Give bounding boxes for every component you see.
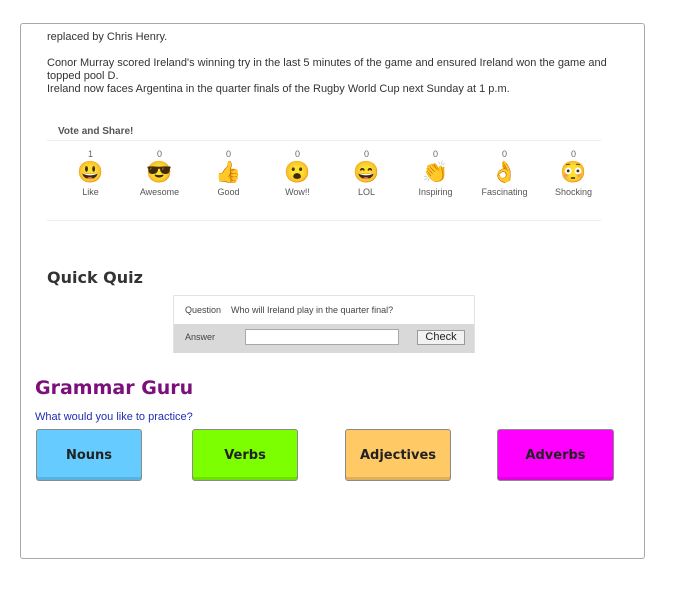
clapping-hands-icon[interactable]: 👏 [401,160,470,186]
reaction-label: Wow!! [285,187,310,197]
reaction-lol[interactable]: 0 😄 LOL [332,149,401,198]
reaction-label: Fascinating [481,187,528,197]
thumbs-up-icon[interactable]: 👍 [194,160,263,186]
reaction-count: 0 [294,149,300,159]
reaction-count: 0 [156,149,162,159]
quick-quiz-heading: Quick Quiz [47,268,143,287]
question-text: Who will Ireland play in the quarter fin… [231,305,394,315]
nouns-button[interactable]: Nouns [36,429,142,481]
question-row: Question Who will Ireland play in the qu… [174,296,474,324]
reaction-label: Like [82,187,99,197]
quick-quiz-table: Question Who will Ireland play in the qu… [173,295,475,353]
reaction-count: 0 [363,149,369,159]
reaction-label: Good [217,187,240,197]
reaction-awesome[interactable]: 0 😎 Awesome [125,149,194,198]
article-line-top: replaced by Chris Henry. [47,31,168,43]
grammar-guru-subtitle: What would you like to practice? [35,411,193,423]
reaction-list: 1 😃 Like 0 😎 Awesome 0 👍 Good 0 😮 Wow!! … [56,149,608,198]
check-button[interactable]: Check [417,330,465,345]
vote-title: Vote and Share! [58,126,134,137]
reaction-shocking[interactable]: 0 😳 Shocking [539,149,608,198]
article-body: replaced by Chris Henry. Conor Murray sc… [47,31,607,96]
surprised-face-icon[interactable]: 😮 [263,160,332,186]
verbs-button[interactable]: Verbs [192,429,298,481]
reaction-label: Shocking [554,187,593,197]
reaction-label: Awesome [139,187,180,197]
reaction-good[interactable]: 0 👍 Good [194,149,263,198]
sunglasses-face-icon[interactable]: 😎 [125,160,194,186]
adverbs-button[interactable]: Adverbs [497,429,614,481]
reaction-count: 0 [501,149,507,159]
reaction-wow[interactable]: 0 😮 Wow!! [263,149,332,198]
reaction-count: 1 [87,149,93,159]
grammar-guru-heading: Grammar Guru [35,377,194,399]
flushed-face-icon[interactable]: 😳 [539,160,608,186]
article-paragraph-2: Ireland now faces Argentina in the quart… [47,83,510,95]
question-label: Question [185,305,222,315]
reaction-label: Inspiring [418,187,453,197]
ok-hand-icon[interactable]: 👌 [470,160,539,186]
reaction-fascinating[interactable]: 0 👌 Fascinating [470,149,539,198]
reaction-count: 0 [570,149,576,159]
reaction-count: 0 [432,149,438,159]
answer-label: Answer [185,332,216,342]
laughing-face-icon[interactable]: 😄 [332,160,401,186]
reaction-like[interactable]: 1 😃 Like [56,149,125,198]
vote-and-share-panel: Vote and Share! 1 😃 Like 0 😎 Awesome 0 👍… [47,118,601,221]
grinning-face-icon[interactable]: 😃 [56,160,125,186]
reaction-label: LOL [357,187,375,197]
reaction-count: 0 [225,149,231,159]
answer-input[interactable] [245,329,399,345]
article-paragraph-1: Conor Murray scored Ireland's winning tr… [47,57,607,82]
vote-divider [47,140,601,141]
answer-row: Answer Check [174,324,474,353]
reaction-inspiring[interactable]: 0 👏 Inspiring [401,149,470,198]
adjectives-button[interactable]: Adjectives [345,429,451,481]
